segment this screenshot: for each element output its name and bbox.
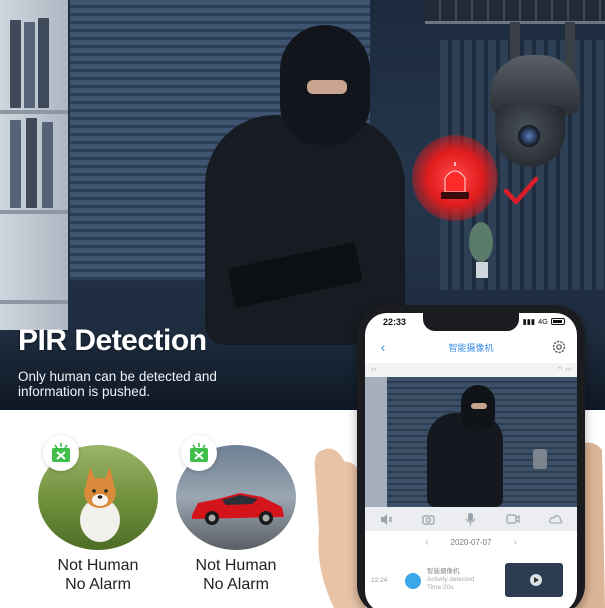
pir-badge-icon [43, 435, 79, 471]
snapshot-icon[interactable] [422, 512, 436, 526]
phone-device: 22:33 ▮▮▮ 4G ‹ 智能摄像机 ▭ ◠ ▭ ‹ 2020-07-07 … [357, 305, 585, 608]
plant [466, 220, 496, 280]
card-label-line2: No Alarm [65, 576, 131, 593]
battery-mini-icon: ▭ [565, 367, 571, 373]
motion-event-icon [405, 573, 421, 589]
status-time: 22:33 [383, 317, 407, 327]
hand-left [305, 440, 365, 608]
prev-date-chevron-icon[interactable]: ‹ [425, 537, 428, 548]
phone-notch [423, 313, 519, 331]
card-label-line1: Not Human [57, 557, 139, 574]
hd-icon[interactable]: ▭ [371, 366, 377, 373]
date-navigator: ‹ 2020-07-07 › [365, 533, 577, 551]
event-list-item[interactable]: 22:24 智能摄像机 Activity detected Time:20s [365, 559, 577, 603]
video-info-bar: ▭ ◠ ▭ [365, 363, 577, 377]
app-header: ‹ 智能摄像机 [365, 335, 577, 361]
record-icon[interactable] [506, 512, 520, 526]
pir-badge-icon [181, 435, 217, 471]
intruder-figure [185, 25, 425, 345]
bookshelf [0, 0, 68, 330]
card-label-line1: Not Human [195, 557, 277, 574]
app-title: 智能摄像机 [448, 343, 494, 353]
cloud-icon[interactable] [548, 512, 563, 526]
microphone-icon[interactable] [464, 512, 478, 526]
checkmark-icon [503, 175, 539, 209]
live-video-feed[interactable] [365, 377, 577, 507]
signal-icon: ▮▮▮ [522, 317, 535, 326]
play-icon[interactable] [530, 574, 542, 586]
current-date: 2020-07-07 [450, 537, 492, 547]
solar-panel [425, 0, 605, 24]
siren-icon [437, 162, 473, 202]
card-label-line2: No Alarm [203, 576, 269, 593]
event-title: 智能摄像机 [427, 568, 460, 575]
next-date-chevron-icon[interactable]: › [513, 537, 516, 548]
wifi-icon: ◠ [557, 367, 563, 373]
page-subtitle: Only human can be detected and informati… [18, 369, 217, 399]
phone-screen: 22:33 ▮▮▮ 4G ‹ 智能摄像机 ▭ ◠ ▭ ‹ 2020-07-07 … [365, 313, 577, 608]
camera-lens [518, 125, 540, 147]
mute-icon[interactable] [379, 512, 393, 526]
stream-icons: ◠ ▭ [557, 366, 571, 373]
network-label: 4G [537, 317, 548, 326]
status-icons: ▮▮▮ 4G [523, 317, 565, 326]
battery-icon [551, 318, 565, 325]
page-title: PIR Detection [18, 324, 207, 357]
event-time: 22:24 [371, 577, 388, 584]
event-description: Activity detected Time:20s [427, 576, 475, 591]
video-controls [365, 507, 577, 531]
gear-icon[interactable] [551, 339, 567, 355]
